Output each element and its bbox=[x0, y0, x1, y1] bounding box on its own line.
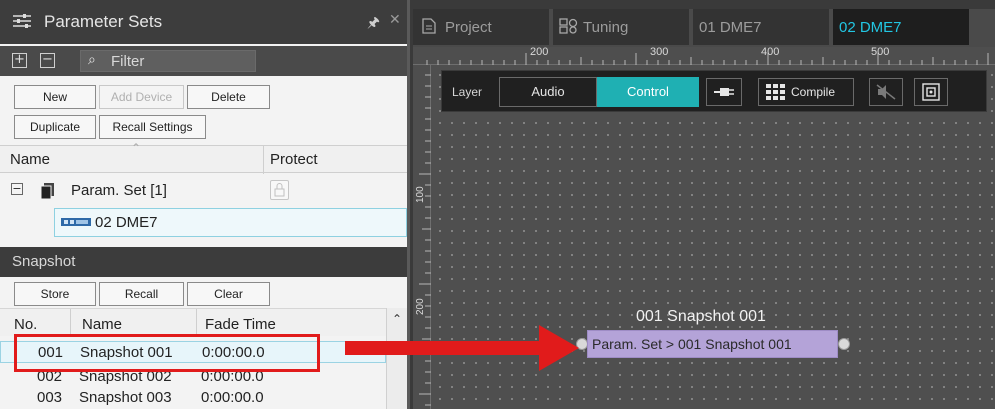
tab-label: Project bbox=[445, 19, 492, 36]
tab-label: 01 DME7 bbox=[699, 19, 762, 36]
sort-caret-icon: ⌃ bbox=[131, 141, 142, 155]
filter-placeholder: Filter bbox=[111, 53, 145, 70]
column-name[interactable]: Name bbox=[10, 151, 50, 168]
compile-label: Compile bbox=[791, 85, 836, 99]
recall-settings-button[interactable]: Recall Settings bbox=[99, 115, 206, 139]
snapshot-fade: 0:00:00.0 bbox=[201, 389, 264, 406]
clear-button[interactable]: Clear bbox=[187, 282, 270, 306]
compile-button[interactable]: Compile bbox=[758, 78, 854, 106]
tab-bar: Project Tuning 01 DME7 02 DME7 bbox=[413, 9, 995, 47]
tree-item-param-set[interactable]: − Param. Set [1] bbox=[0, 176, 407, 206]
tuning-icon bbox=[559, 18, 578, 34]
param-set-label: Param. Set [1] bbox=[71, 182, 167, 199]
store-button[interactable]: Store bbox=[14, 282, 96, 306]
tab-01-dme7[interactable]: 01 DME7 bbox=[693, 9, 831, 45]
pin-icon[interactable]: 🖈 bbox=[367, 12, 380, 36]
snapshot-title: Snapshot bbox=[12, 253, 76, 270]
snapshot-name: Snapshot 003 bbox=[79, 389, 172, 406]
layer-label: Layer bbox=[452, 85, 483, 99]
ruler-label: 200 bbox=[415, 298, 426, 315]
column-fade-time[interactable]: Fade Time bbox=[205, 316, 276, 333]
snapshot-no: 003 bbox=[37, 389, 63, 406]
ruler-label: 100 bbox=[415, 186, 426, 203]
snapshot-view-icon[interactable] bbox=[914, 78, 948, 106]
tree-column-header: ⌃ Name Protect bbox=[0, 141, 407, 174]
layer-audio-button[interactable]: Audio bbox=[499, 77, 597, 107]
device-label: 02 DME7 bbox=[95, 214, 158, 231]
component-title: 001 Snapshot 001 bbox=[636, 308, 766, 325]
mute-icon[interactable] bbox=[869, 78, 903, 106]
close-icon[interactable]: ✕ bbox=[389, 11, 401, 28]
param-set-component[interactable]: Param. Set > 001 Snapshot 001 bbox=[587, 330, 838, 358]
column-protect[interactable]: Protect bbox=[270, 151, 318, 168]
snapshot-row[interactable]: 003 Snapshot 003 0:00:00.0 bbox=[0, 387, 386, 409]
tab-02-dme7[interactable]: 02 DME7 bbox=[833, 9, 971, 45]
ruler-label: 200 bbox=[530, 46, 549, 58]
document-icon bbox=[422, 18, 436, 34]
expand-all-icon[interactable]: + bbox=[12, 53, 27, 68]
ruler-label: 300 bbox=[650, 46, 669, 58]
ruler-ticks bbox=[426, 53, 989, 65]
snapshot-header: Snapshot bbox=[0, 247, 407, 277]
tab-tuning[interactable]: Tuning bbox=[553, 9, 691, 45]
tab-label: 02 DME7 bbox=[839, 19, 902, 36]
highlight-box bbox=[14, 334, 320, 372]
search-icon: ⌕ bbox=[88, 52, 96, 68]
add-device-button[interactable]: Add Device bbox=[99, 85, 184, 109]
output-port[interactable] bbox=[838, 338, 850, 350]
column-snapshot-name[interactable]: Name bbox=[82, 316, 122, 333]
recall-button[interactable]: Recall bbox=[99, 282, 184, 306]
ruler-label: 400 bbox=[761, 46, 780, 58]
snapshot-column-header: No. Name Fade Time bbox=[0, 308, 386, 337]
sliders-icon bbox=[13, 14, 31, 28]
tab-label: Tuning bbox=[583, 19, 629, 36]
plug-icon[interactable] bbox=[706, 78, 742, 106]
collapse-icon[interactable]: − bbox=[11, 183, 23, 195]
tab-project[interactable]: Project bbox=[413, 9, 551, 45]
panel-header: Parameter Sets 🖈 ✕ bbox=[0, 0, 407, 44]
layer-control-button[interactable]: Control bbox=[597, 77, 699, 107]
column-no[interactable]: No. bbox=[14, 316, 37, 333]
device-icon bbox=[61, 218, 91, 226]
duplicate-button[interactable]: Duplicate bbox=[14, 115, 96, 139]
param-set-icon bbox=[40, 183, 54, 199]
component-label: Param. Set > 001 Snapshot 001 bbox=[592, 336, 792, 352]
red-arrow-icon bbox=[345, 325, 579, 371]
compile-icon bbox=[766, 84, 785, 100]
layer-toolbar: Layer Audio Control Compile bbox=[441, 70, 987, 112]
filter-row: + − ⌕ Filter bbox=[0, 46, 407, 76]
ruler-label: 500 bbox=[871, 46, 890, 58]
new-button[interactable]: New bbox=[14, 85, 96, 109]
protect-lock-icon[interactable] bbox=[270, 180, 289, 200]
tree-item-device[interactable]: 02 DME7 bbox=[54, 208, 407, 237]
ruler-top: 200 300 400 500 bbox=[413, 46, 995, 65]
delete-button[interactable]: Delete bbox=[187, 85, 270, 109]
filter-input[interactable]: ⌕ Filter bbox=[80, 50, 256, 72]
panel-title: Parameter Sets bbox=[44, 12, 163, 31]
collapse-all-icon[interactable]: − bbox=[40, 53, 55, 68]
